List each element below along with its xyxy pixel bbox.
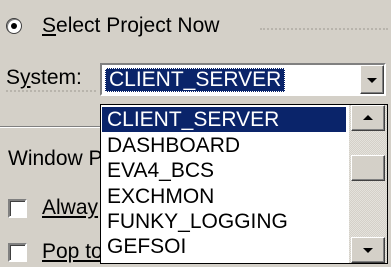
combobox-dropdown-button[interactable] (360, 65, 384, 94)
pop-to-label-text: Pop to (42, 240, 103, 263)
radio-selected-dot (11, 23, 17, 29)
always-checkbox[interactable] (8, 199, 27, 218)
system-label: System: (6, 66, 82, 89)
system-combobox-value: CLIENT_SERVER (105, 68, 286, 92)
group-separator (0, 126, 100, 128)
scroll-down-button[interactable] (351, 237, 385, 263)
pop-to-checkbox[interactable] (8, 243, 27, 262)
chevron-up-icon (363, 115, 373, 120)
pop-to-checkbox-label: Pop to (42, 240, 103, 264)
scroll-up-button[interactable] (351, 105, 385, 131)
select-project-label: Select Project Now (42, 14, 220, 37)
dotted-separator (260, 28, 388, 30)
list-item[interactable]: DASHBOARD (102, 133, 346, 158)
list-item[interactable]: FUNKY_LOGGING (102, 209, 346, 234)
system-dropdown-list[interactable]: CLIENT_SERVER DASHBOARD EVA4_BCS EXCHMON… (100, 104, 388, 264)
chevron-down-icon (367, 77, 377, 83)
list-item[interactable]: EXCHMON (102, 184, 346, 209)
scrollbar-thumb[interactable] (351, 155, 385, 181)
system-combobox[interactable]: CLIENT_SERVER (100, 63, 386, 96)
list-item[interactable]: CLIENT_SERVER (102, 107, 346, 132)
always-label-text: Alway (42, 196, 99, 219)
list-item[interactable]: EVA4_BCS (102, 158, 346, 183)
list-scrollbar[interactable] (349, 105, 387, 263)
chevron-down-icon (363, 248, 373, 253)
system-label-focus-dots (6, 90, 96, 92)
always-checkbox-label: Alway (42, 196, 98, 220)
list-item[interactable]: GEFSOI (102, 234, 346, 259)
select-project-radio[interactable] (6, 18, 22, 34)
window-group-label: Window P (8, 147, 103, 170)
